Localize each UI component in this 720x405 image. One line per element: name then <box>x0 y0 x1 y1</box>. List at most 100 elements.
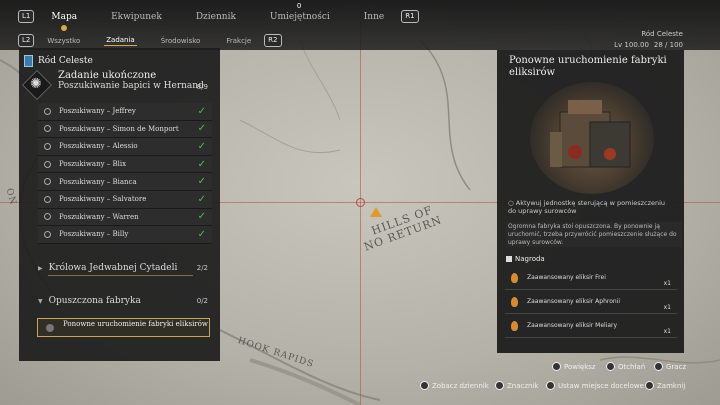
tab-other[interactable]: Inne <box>364 12 384 22</box>
reward-heading: Nagroda <box>515 255 545 263</box>
hint-marker[interactable]: Znacznik <box>495 381 538 390</box>
triangle-button-icon <box>420 381 429 390</box>
quest-status: Zadanie ukończone <box>58 70 157 81</box>
reward-item[interactable]: Zaawansowany eliksir Aphronii x1 <box>505 292 677 314</box>
section-count: 2/2 <box>196 264 208 272</box>
reward-qty: x1 <box>663 304 671 311</box>
region-level: Lv 100.00 <box>614 41 649 49</box>
potion-icon <box>511 321 518 331</box>
reward-icon <box>506 256 512 262</box>
clan-emblem-icon <box>24 55 33 67</box>
detail-objective: ○ Aktywuj jednostkę sterującą w pomieszc… <box>508 199 668 215</box>
objective-row[interactable]: Poszukiwany – Simon de Monport ✓ <box>38 120 212 139</box>
reward-name: Zaawansowany eliksir Aphronii <box>527 298 621 305</box>
objective-row[interactable]: Poszukiwany – Bianca ✓ <box>38 173 212 191</box>
hint-zoom-label: Powiększ <box>564 362 596 371</box>
r3-button-icon <box>552 362 561 371</box>
target-icon <box>44 213 51 221</box>
quest-header[interactable]: ✺ Zadanie ukończone Poszukiwanie bapici … <box>20 70 216 100</box>
clan-header: Ród Celeste <box>24 55 93 67</box>
reward-item[interactable]: Zaawansowany eliksir Meliary x1 <box>505 316 677 338</box>
tab-equipment[interactable]: Ekwipunek <box>111 12 162 22</box>
circle-button-icon <box>645 381 654 390</box>
objective-row[interactable]: Poszukiwany – Billy ✓ <box>38 226 212 244</box>
l2-key[interactable]: L2 <box>18 34 35 47</box>
filter-factions[interactable]: Frakcje <box>224 36 253 46</box>
objective-row[interactable]: Poszukiwany – Warren ✓ <box>38 208 212 227</box>
objective-label: Poszukiwany – Blix <box>59 160 127 169</box>
cross-button-icon <box>546 381 555 390</box>
objective-label: Poszukiwany – Billy <box>59 230 129 239</box>
region-info: Ród Celeste Lv 100.00 28 / 100 <box>614 30 683 49</box>
hint-marker-label: Znacznik <box>507 381 539 390</box>
check-icon: ✓ <box>197 140 206 152</box>
l3-button-icon <box>606 362 615 371</box>
main-tabs: L1 Mapa Ekwipunek Dziennik 0 Umiejętności… <box>18 2 419 31</box>
detail-description: Ogromna fabryka stoi opuszczona. By pono… <box>506 222 682 247</box>
objective-row[interactable]: Poszukiwany – Blix ✓ <box>38 155 212 174</box>
reward-header: Nagroda <box>506 255 545 263</box>
clan-name: Ród Celeste <box>38 56 93 66</box>
section-abandoned-factory[interactable]: ▼ Opuszczona fabryka 0/2 <box>38 296 208 306</box>
crosshair-center <box>356 198 365 207</box>
tab-skills-label: Umiejętności <box>269 11 330 22</box>
hint-abyss-label: Otchłań <box>618 362 646 371</box>
section-name: Opuszczona fabryka <box>48 296 141 306</box>
section-name: Królowa Jedwabnej Cytadeli <box>48 263 178 273</box>
hint-abyss[interactable]: Otchłań <box>606 362 645 371</box>
selected-quest-label: Ponowne uruchomienie fabryki eliksirów <box>63 320 208 328</box>
objective-label: Poszukiwany – Warren <box>59 212 139 221</box>
target-icon <box>44 230 51 238</box>
r3-button-icon <box>654 362 663 371</box>
r2-key[interactable]: R2 <box>264 34 282 47</box>
region-progress: 28 / 100 <box>653 41 683 49</box>
r1-key[interactable]: R1 <box>401 10 419 23</box>
spider-icon: ✺ <box>30 76 42 92</box>
section-silk-citadel[interactable]: ▶ Królowa Jedwabnej Cytadeli 2/2 <box>38 263 208 273</box>
hint-zoom[interactable]: Powiększ <box>552 362 596 371</box>
check-icon: ✓ <box>197 105 206 117</box>
hint-journal[interactable]: Zobacz dziennik <box>420 381 489 390</box>
hint-player[interactable]: Gracz <box>654 362 686 371</box>
tab-skills[interactable]: 0 Umiejętności <box>269 2 330 22</box>
hint-journal-label: Zobacz dziennik <box>432 381 489 390</box>
objective-label: Poszukiwany – Salvatore <box>59 195 147 204</box>
filter-quests[interactable]: Zadania <box>104 35 137 46</box>
hint-waypoint[interactable]: Ustaw miejsce docelowe <box>546 381 644 390</box>
reward-item[interactable]: Zaawansowany eliksir Frei x1 <box>505 268 677 290</box>
target-icon <box>44 142 51 150</box>
filter-tabs: L2 Wszystko Zadania Środowisko Frakcje R… <box>18 34 282 47</box>
objective-row[interactable]: Poszukiwany – Salvatore ✓ <box>38 190 212 209</box>
hint-close-label: Zamknij <box>657 381 686 390</box>
target-icon <box>44 125 51 133</box>
filter-environment[interactable]: Środowisko <box>159 36 203 46</box>
tab-map[interactable]: Mapa <box>51 12 77 31</box>
objective-row[interactable]: Poszukiwany – Alessio ✓ <box>38 138 212 156</box>
target-icon <box>44 107 51 115</box>
objective-label: Poszukiwany – Alessio <box>59 142 138 151</box>
l1-key[interactable]: L1 <box>18 10 35 23</box>
potion-icon <box>511 273 518 283</box>
quest-marker-icon[interactable] <box>370 207 382 217</box>
section-count: 0/2 <box>196 297 208 305</box>
objective-label: Poszukiwany – Bianca <box>59 177 137 186</box>
detail-title: Ponowne uruchomienie fabryki eliksirów <box>509 55 667 78</box>
check-icon: ✓ <box>197 228 206 240</box>
objective-label: Poszukiwany – Jeffrey <box>59 107 136 116</box>
check-icon: ✓ <box>197 158 206 170</box>
region-name: Ród Celeste <box>641 30 683 38</box>
target-icon <box>44 178 51 186</box>
check-icon: ✓ <box>197 123 206 135</box>
factory-illustration <box>530 82 654 194</box>
quest-title: Poszukiwanie bapici w Hernand <box>58 81 204 91</box>
hint-close[interactable]: Zamknij <box>645 381 685 390</box>
tab-journal[interactable]: Dziennik <box>196 12 236 22</box>
target-icon <box>44 160 51 168</box>
quest-count: 8/9 <box>196 83 208 91</box>
objective-row[interactable]: Poszukiwany – Jeffrey ✓ <box>38 103 212 121</box>
check-icon: ✓ <box>197 211 206 223</box>
selected-quest-item[interactable]: Ponowne uruchomienie fabryki eliksirów <box>37 318 210 337</box>
factory-drawing <box>550 100 631 168</box>
top-bar: L1 Mapa Ekwipunek Dziennik 0 Umiejętności… <box>0 0 720 50</box>
filter-all[interactable]: Wszystko <box>45 36 82 46</box>
